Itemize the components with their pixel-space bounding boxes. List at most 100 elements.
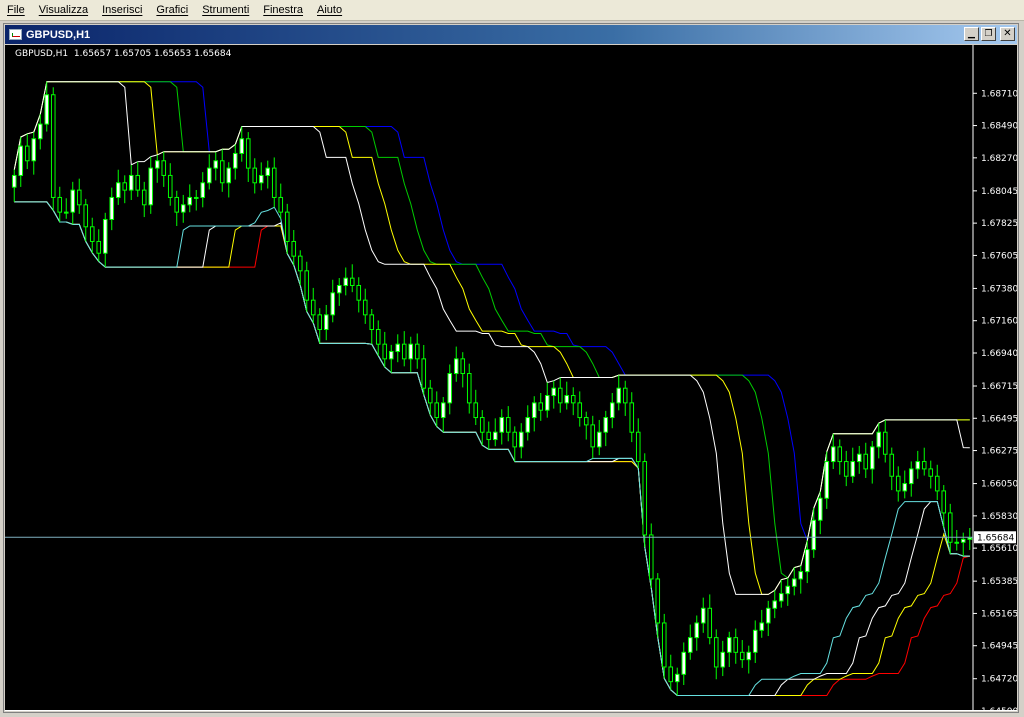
candle-body	[102, 218, 108, 254]
candle-body	[200, 182, 206, 198]
candle-body	[739, 651, 745, 661]
candle-body	[544, 395, 550, 411]
candle-body	[122, 182, 128, 191]
candle-body	[180, 204, 186, 213]
candle-body	[128, 174, 134, 191]
candle-body	[31, 138, 37, 162]
candle-body	[447, 373, 453, 404]
window-titlebar[interactable]: GBPUSD,H1 ▁ ❐ ✕	[5, 25, 1017, 44]
candle-body	[343, 277, 349, 286]
candle-body	[174, 196, 180, 213]
candle-body	[921, 461, 927, 470]
lower-band-outer	[14, 201, 970, 696]
menu-strumenti[interactable]: Strumenti	[195, 4, 256, 16]
candle-body	[850, 461, 856, 477]
candle-body	[798, 571, 804, 580]
candle-body	[395, 343, 401, 353]
candle-body	[843, 461, 849, 477]
candle-body	[811, 519, 817, 551]
menu-visualizza[interactable]: Visualizza	[32, 4, 95, 16]
candle-body	[96, 240, 102, 254]
chart-window-icon[interactable]	[9, 29, 22, 40]
close-button[interactable]: ✕	[1000, 27, 1015, 41]
candle-body	[934, 475, 940, 492]
candle-body	[791, 578, 797, 587]
candle-body	[902, 483, 908, 492]
candle-body	[336, 284, 342, 294]
candle-body	[24, 145, 30, 162]
candle-body	[369, 314, 375, 331]
y-tick-label: 1.66050	[981, 480, 1017, 490]
candle-body	[284, 211, 290, 242]
candle-body	[642, 461, 648, 536]
candle-body	[733, 637, 739, 653]
candle-body	[44, 94, 50, 125]
candle-body	[310, 299, 316, 316]
candle-body	[726, 637, 732, 653]
candle-body	[434, 402, 440, 419]
menu-bar: File Visualizza Inserisci Grafici Strume…	[0, 0, 1024, 21]
candle-body	[908, 468, 914, 485]
candle-body	[954, 541, 960, 544]
candle-body	[869, 446, 875, 470]
candle-body	[772, 600, 778, 609]
candle-body	[804, 549, 810, 573]
y-tick-label: 1.65610	[981, 544, 1017, 554]
y-tick-label: 1.66275	[981, 447, 1017, 457]
candle-body	[882, 431, 888, 455]
chart-canvas[interactable]: 1.68710 1.68490 1.68270 1.68045 1.67825 1.676…	[5, 45, 1017, 711]
y-tick-label: 1.64720	[981, 675, 1017, 685]
candle-body	[960, 538, 966, 543]
candle-body	[297, 255, 303, 272]
candle-body	[713, 637, 719, 668]
candle-body	[148, 167, 154, 206]
candle-body	[778, 593, 784, 602]
candle-body	[154, 160, 160, 169]
candle-body	[187, 196, 193, 206]
candle-body	[564, 395, 570, 404]
candle-body	[427, 387, 433, 404]
y-tick-label: 1.65830	[981, 512, 1017, 522]
y-tick-label: 1.68270	[981, 154, 1017, 164]
candle-body	[141, 189, 147, 206]
menu-grafici[interactable]: Grafici	[149, 4, 195, 16]
candle-body	[323, 314, 329, 331]
restore-button[interactable]: ❐	[981, 27, 996, 41]
candle-body	[388, 351, 394, 360]
y-tick-label: 1.67825	[981, 219, 1017, 229]
candle-body	[551, 387, 557, 397]
candle-body	[219, 160, 225, 184]
menu-file[interactable]: File	[0, 4, 32, 16]
y-tick-label: 1.66715	[981, 382, 1017, 392]
candle-body	[414, 343, 420, 360]
candle-body	[928, 468, 934, 477]
candle-body	[694, 622, 700, 639]
candle-body	[317, 314, 323, 331]
y-tick-label: 1.66495	[981, 414, 1017, 424]
candle-body	[50, 94, 56, 198]
candle-body	[648, 534, 654, 580]
candle-body	[603, 417, 609, 433]
y-tick-label: 1.66940	[981, 349, 1017, 359]
price-chart[interactable]: 1.68710 1.68490 1.68270 1.68045 1.67825 1.676…	[5, 45, 1017, 711]
candle-body	[785, 585, 791, 595]
candle-body	[206, 167, 212, 184]
candle-body	[83, 204, 89, 228]
candle-body	[473, 402, 479, 419]
candle-body	[661, 622, 667, 668]
candle-body	[577, 402, 583, 419]
candle-body	[505, 417, 511, 433]
candle-body	[687, 637, 693, 653]
candle-body	[135, 174, 141, 191]
candle-body	[941, 490, 947, 514]
menu-inserisci[interactable]: Inserisci	[95, 4, 149, 16]
candle-body	[89, 226, 95, 242]
y-tick-label: 1.67605	[981, 251, 1017, 261]
minimize-button[interactable]: ▁	[964, 27, 979, 41]
candle-body	[330, 292, 336, 316]
candle-body	[616, 387, 622, 404]
candle-body	[863, 453, 869, 470]
menu-finestra[interactable]: Finestra	[256, 4, 310, 16]
menu-aiuto[interactable]: Aiuto	[310, 4, 349, 16]
candle-body	[193, 196, 199, 199]
